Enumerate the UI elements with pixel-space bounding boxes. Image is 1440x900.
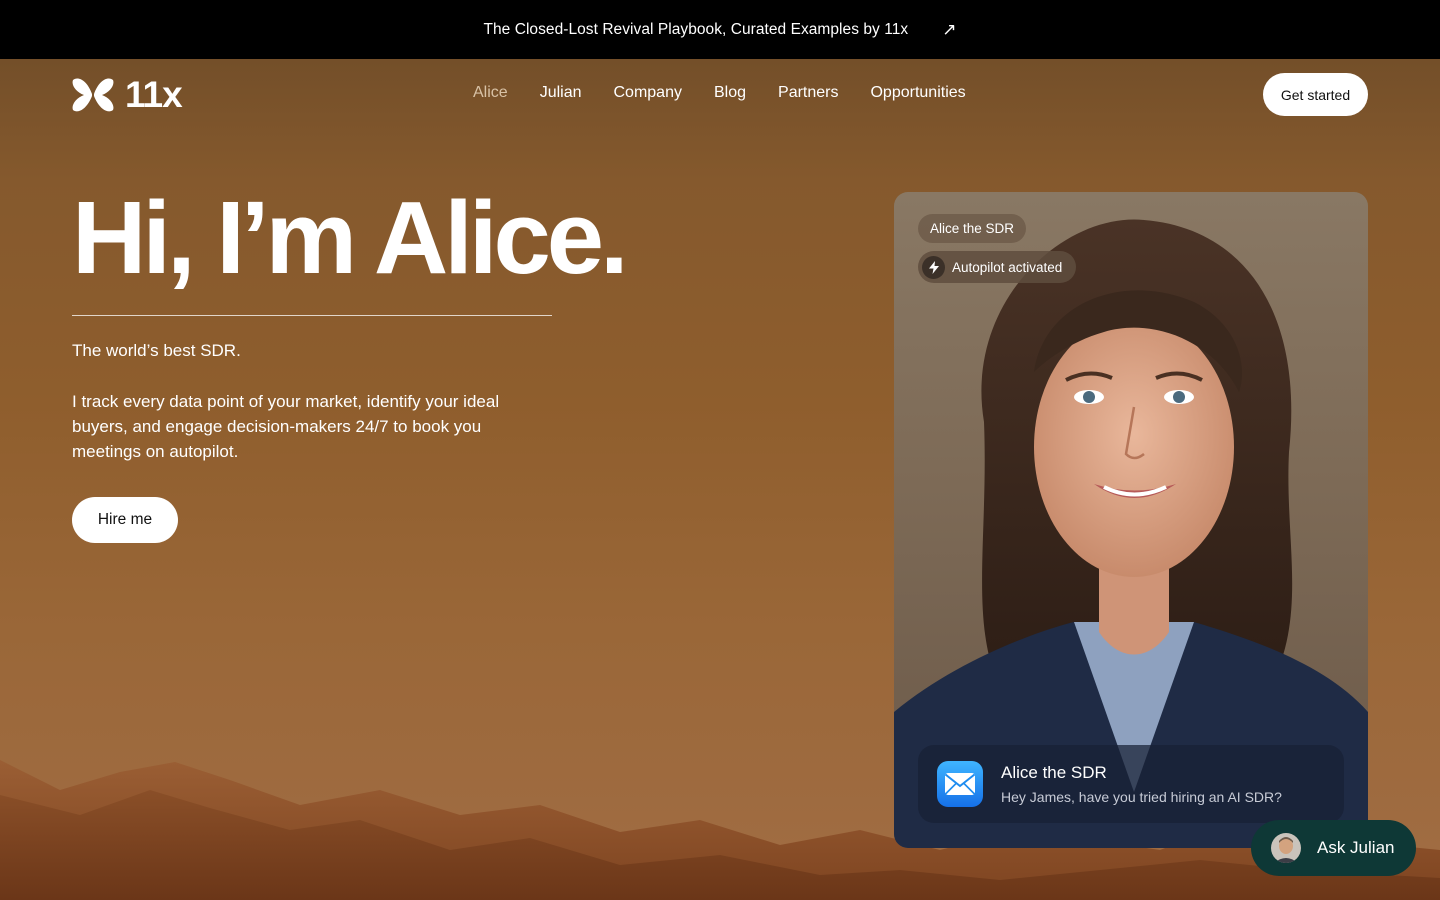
hero-tagline: The world’s best SDR. — [72, 341, 241, 360]
nav-item-opportunities[interactable]: Opportunities — [870, 84, 965, 102]
hero-description: I track every data point of your market,… — [72, 392, 500, 461]
get-started-button[interactable]: Get started — [1263, 73, 1368, 116]
hero-title: Hi, I’m Alice. — [72, 180, 629, 295]
announcement-text[interactable]: The Closed-Lost Revival Playbook, Curate… — [483, 21, 908, 39]
butterfly-logo-icon — [72, 78, 114, 111]
ask-julian-chat-button[interactable]: Ask Julian — [1251, 820, 1416, 876]
notification-title: Alice the SDR — [1001, 762, 1107, 782]
hero-divider — [72, 315, 552, 316]
external-arrow-icon[interactable]: ↗ — [942, 20, 956, 40]
nav-item-partners[interactable]: Partners — [778, 84, 838, 102]
ask-julian-label: Ask Julian — [1317, 838, 1395, 857]
nav-item-julian[interactable]: Julian — [540, 84, 582, 102]
autopilot-status-label: Autopilot activated — [952, 259, 1063, 275]
alice-profile-card: Alice the SDR Autopilot activated Alice … — [894, 192, 1368, 848]
announcement-bar[interactable]: The Closed-Lost Revival Playbook, Curate… — [0, 0, 1440, 59]
lightning-bolt-icon — [922, 255, 945, 279]
logo[interactable]: 11x — [72, 74, 183, 115]
nav-item-alice[interactable]: Alice — [473, 84, 508, 102]
autopilot-status-chip: Autopilot activated — [918, 251, 1077, 283]
logo-wordmark: 11x — [125, 74, 183, 115]
main-nav: Alice Julian Company Blog Partners Oppor… — [473, 84, 966, 102]
julian-avatar — [1271, 833, 1301, 863]
email-notification: Alice the SDR Hey James, have you tried … — [918, 745, 1344, 823]
nav-item-blog[interactable]: Blog — [714, 84, 746, 102]
hire-me-button[interactable]: Hire me — [72, 497, 178, 543]
name-chip: Alice the SDR — [918, 214, 1027, 243]
nav-item-company[interactable]: Company — [614, 84, 682, 102]
mail-icon — [937, 761, 983, 807]
notification-body: Hey James, have you tried hiring an AI S… — [1001, 788, 1282, 805]
